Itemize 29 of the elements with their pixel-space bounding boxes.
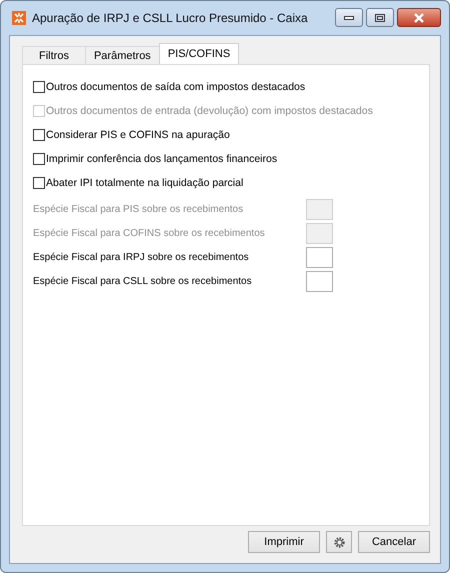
tab[interactable]: PIS/COFINS (158, 43, 240, 64)
checkbox[interactable] (33, 177, 45, 189)
print-button[interactable]: Imprimir (248, 531, 320, 553)
checkbox-label: Outros documentos de saída com impostos destacados (46, 81, 306, 93)
input-field[interactable] (306, 246, 333, 268)
checkbox[interactable] (33, 129, 45, 141)
input-field[interactable] (306, 270, 333, 292)
checkbox[interactable] (33, 153, 45, 165)
field-label: Espécie Fiscal para COFINS sobre os recebimentos (33, 228, 265, 238)
app-icon (12, 11, 26, 25)
field-label: Espécie Fiscal para CSLL sobre os recebimentos (33, 276, 252, 286)
minimize-icon (344, 16, 354, 20)
tab[interactable]: Filtros (22, 46, 86, 64)
maximize-button[interactable] (366, 8, 394, 27)
checkbox-label: Abater IPI totalmente na liquidação parcial (46, 177, 244, 189)
close-button[interactable] (397, 8, 441, 27)
settings-icon (332, 536, 346, 548)
minimize-button[interactable] (335, 8, 363, 27)
close-icon (413, 12, 425, 22)
window-title: Apuração de IRPJ e CSLL Lucro Presumido - Caixa (32, 11, 309, 25)
maximize-icon (375, 14, 385, 22)
checkbox[interactable] (33, 81, 45, 93)
field-label: Espécie Fiscal para PIS sobre os recebimentos (33, 204, 244, 214)
settings-button[interactable] (326, 531, 352, 553)
field-label: Espécie Fiscal para IRPJ sobre os recebimentos (33, 252, 249, 262)
checkbox-label: Imprimir conferência dos lançamentos financeiros (46, 153, 278, 165)
checkbox-label: Outros documentos de entrada (devolução) com impostos destacados (46, 105, 373, 117)
checkbox-label: Considerar PIS e COFINS na apuração (46, 129, 230, 141)
cancel-button[interactable]: Cancelar (358, 531, 430, 553)
